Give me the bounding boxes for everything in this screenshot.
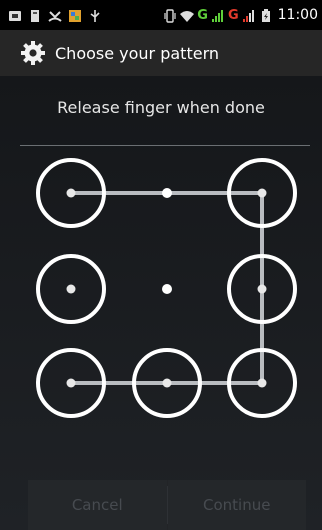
sim-icon xyxy=(8,8,22,22)
gear-icon xyxy=(21,41,45,65)
continue-button[interactable]: Continue xyxy=(167,480,306,530)
button-bar: Cancel Continue xyxy=(28,480,306,530)
network-type-2: G xyxy=(227,7,239,23)
cancel-button[interactable]: Cancel xyxy=(28,480,167,530)
pattern-dot[interactable] xyxy=(36,254,106,324)
system-icons: G G 11:00 xyxy=(163,7,322,23)
action-bar: Choose your pattern xyxy=(0,30,322,76)
clock: 11:00 xyxy=(277,7,318,23)
network-type-1: G xyxy=(197,7,208,23)
signal-icon-2 xyxy=(242,8,256,22)
pattern-dot[interactable] xyxy=(162,188,172,198)
page-title: Choose your pattern xyxy=(55,43,220,63)
notification-icons xyxy=(0,8,102,22)
signal-icon xyxy=(211,8,225,22)
gallery-icon xyxy=(68,8,82,22)
usb-icon xyxy=(88,8,102,22)
pattern-grid[interactable] xyxy=(0,76,322,530)
battery-icon xyxy=(259,8,273,22)
pattern-dot[interactable] xyxy=(162,284,172,294)
status-bar: G G 11:00 xyxy=(0,0,322,30)
vibrate-icon xyxy=(163,8,177,23)
storage-icon xyxy=(28,8,42,22)
pattern-screen: Release finger when done Cancel Continue xyxy=(0,76,322,530)
wifi-icon xyxy=(180,8,195,22)
missed-call-icon xyxy=(48,8,62,22)
